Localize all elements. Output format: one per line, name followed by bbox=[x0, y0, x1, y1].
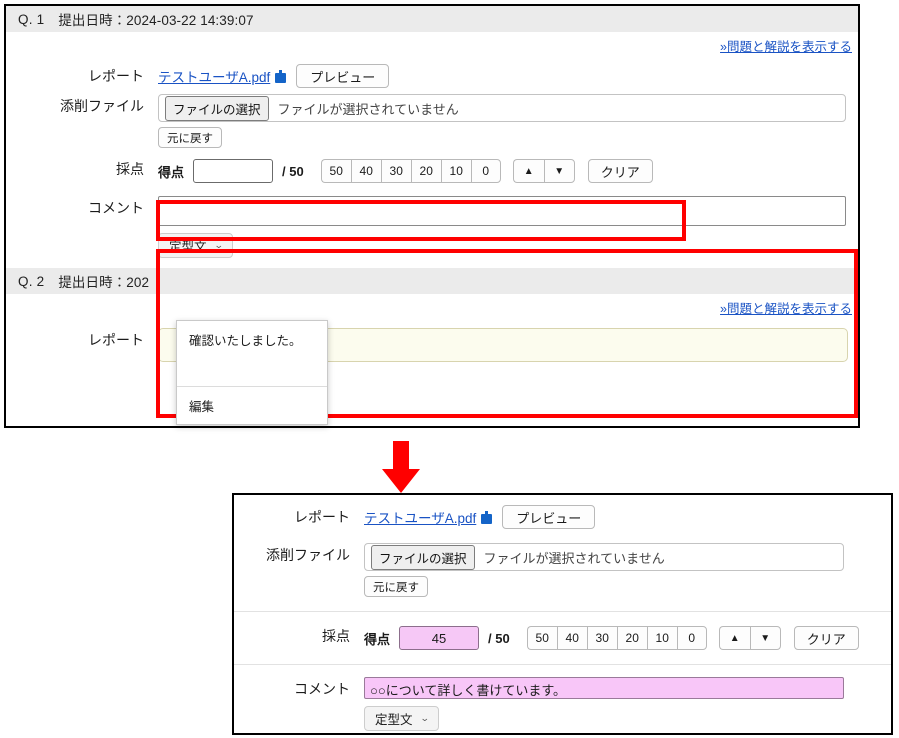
q1-stepper-group: ▲ ▼ bbox=[512, 159, 575, 183]
bp-file-choose-button[interactable]: ファイルの選択 bbox=[371, 544, 475, 570]
bp-preview-button[interactable]: プレビュー bbox=[502, 505, 596, 529]
bp-correction-file-label: 添削ファイル bbox=[266, 547, 350, 563]
bp-quick-score-40[interactable]: 40 bbox=[556, 626, 587, 650]
q2-report-row: レポート bbox=[6, 328, 858, 362]
q1-quick-score-30[interactable]: 30 bbox=[380, 159, 411, 183]
q1-score-input[interactable] bbox=[193, 159, 274, 183]
q1-show-problem-link[interactable]: »問題と解説を表示する bbox=[720, 36, 852, 55]
q1-grading-panel: Q. 1 提出日時：2024-03-22 14:39:07 »問題と解説を表示す… bbox=[4, 4, 860, 428]
q1-file-status-text: ファイルが選択されていません bbox=[277, 101, 459, 117]
q2-link-row: »問題と解説を表示する bbox=[6, 294, 858, 320]
q1-report-row: レポート テストユーザA.pdf プレビュー bbox=[6, 64, 858, 88]
q1-correction-file-row: 添削ファイル ファイルの選択 ファイルが選択されていません 元に戻す bbox=[6, 94, 858, 148]
bp-scoring-label: 採点 bbox=[322, 628, 350, 644]
q1-report-file-link[interactable]: テストユーザA.pdf bbox=[158, 66, 270, 86]
q1-file-choose-button[interactable]: ファイルの選択 bbox=[165, 95, 269, 121]
q1-quick-score-40[interactable]: 40 bbox=[350, 159, 381, 183]
bp-score-up-icon[interactable]: ▲ bbox=[718, 626, 750, 650]
q1-score-up-icon[interactable]: ▲ bbox=[512, 159, 544, 183]
q1-scoring-row: 採点 得点 / 50 50 40 30 20 10 0 ▲ ▼ クリア bbox=[6, 157, 858, 185]
dropdown-item-confirmed[interactable]: 確認いたしました。 bbox=[177, 321, 327, 358]
bp-report-label: レポート bbox=[294, 509, 350, 525]
chevron-down-icon: ⌄ bbox=[213, 240, 224, 250]
chevron-down-icon: ⌄ bbox=[419, 713, 430, 723]
q1-score-max: / 50 bbox=[282, 163, 304, 179]
bp-score-input[interactable] bbox=[399, 626, 480, 650]
bp-stepper-group: ▲ ▼ bbox=[718, 626, 781, 650]
bp-score-down-icon[interactable]: ▼ bbox=[749, 626, 781, 650]
q1-file-input[interactable]: ファイルの選択 ファイルが選択されていません bbox=[158, 94, 846, 122]
bp-quick-score-10[interactable]: 10 bbox=[646, 626, 677, 650]
bp-quick-score-0[interactable]: 0 bbox=[676, 626, 707, 650]
bp-quick-score-30[interactable]: 30 bbox=[586, 626, 617, 650]
q1-header: Q. 1 提出日時：2024-03-22 14:39:07 bbox=[6, 6, 858, 32]
bp-comment-label: コメント bbox=[294, 681, 350, 697]
q1-quick-score-50[interactable]: 50 bbox=[320, 159, 351, 183]
q1-link-row: »問題と解説を表示する bbox=[6, 32, 858, 58]
q2-submitted-datetime: 提出日時：202 bbox=[58, 275, 150, 290]
q2-header: Q. 2 提出日時：202 bbox=[6, 268, 858, 294]
q1-preview-button[interactable]: プレビュー bbox=[296, 64, 390, 88]
bp-template-button[interactable]: 定型文 ⌄ bbox=[364, 706, 440, 731]
q1-report-label: レポート bbox=[88, 68, 144, 84]
q1-clear-button[interactable]: クリア bbox=[587, 159, 653, 183]
red-down-arrow-icon bbox=[382, 441, 420, 493]
q1-quick-score-0[interactable]: 0 bbox=[470, 159, 501, 183]
bp-score-max: / 50 bbox=[488, 630, 510, 646]
bp-comment-textarea[interactable]: ○○について詳しく書けています。 bbox=[364, 677, 844, 699]
dropdown-spacer bbox=[177, 358, 327, 386]
bp-undo-button[interactable]: 元に戻す bbox=[364, 576, 428, 597]
bp-correction-file-row: 添削ファイル ファイルの選択 ファイルが選択されていません 元に戻す bbox=[234, 543, 891, 597]
bp-template-label: 定型文 bbox=[375, 713, 413, 727]
q1-question-number: Q. 1 bbox=[18, 11, 45, 27]
result-preview-panel: レポート テストユーザA.pdf プレビュー 添削ファイル ファイルの選択 ファ… bbox=[232, 493, 893, 735]
q1-quick-score-group: 50 40 30 20 10 0 bbox=[320, 159, 501, 183]
q1-quick-score-10[interactable]: 10 bbox=[440, 159, 471, 183]
pdf-download-icon[interactable] bbox=[481, 510, 493, 524]
q2-report-label: レポート bbox=[88, 332, 144, 348]
bp-score-label: 得点 bbox=[364, 631, 391, 647]
q1-comment-textarea[interactable] bbox=[158, 196, 846, 226]
bp-report-file-link[interactable]: テストユーザA.pdf bbox=[364, 507, 476, 527]
bp-report-row: レポート テストユーザA.pdf プレビュー bbox=[234, 505, 891, 529]
dropdown-item-edit[interactable]: 編集 bbox=[177, 386, 327, 424]
bp-comment-row: コメント ○○について詳しく書けています。 定型文 ⌄ bbox=[234, 664, 891, 731]
bp-clear-button[interactable]: クリア bbox=[793, 626, 859, 650]
bp-quick-score-50[interactable]: 50 bbox=[526, 626, 557, 650]
q2-question-number: Q. 2 bbox=[18, 273, 45, 289]
q1-undo-button[interactable]: 元に戻す bbox=[158, 127, 222, 148]
template-dropdown-menu[interactable]: 確認いたしました。 編集 bbox=[176, 320, 328, 425]
q1-comment-row: コメント 定型文 ⌄ bbox=[6, 196, 858, 258]
q1-template-label: 定型文 bbox=[169, 240, 207, 254]
q1-submitted-datetime: 提出日時：2024-03-22 14:39:07 bbox=[58, 13, 254, 28]
q2-show-problem-link[interactable]: »問題と解説を表示する bbox=[720, 298, 852, 317]
q1-score-label: 得点 bbox=[158, 164, 185, 180]
q1-scoring-label: 採点 bbox=[116, 161, 144, 177]
q1-template-button[interactable]: 定型文 ⌄ bbox=[158, 233, 234, 258]
q1-quick-score-20[interactable]: 20 bbox=[410, 159, 441, 183]
bp-file-input[interactable]: ファイルの選択 ファイルが選択されていません bbox=[364, 543, 844, 571]
bp-quick-score-20[interactable]: 20 bbox=[616, 626, 647, 650]
pdf-download-icon[interactable] bbox=[275, 69, 287, 83]
q1-comment-label: コメント bbox=[88, 200, 144, 216]
bp-file-status-text: ファイルが選択されていません bbox=[483, 550, 665, 566]
bp-quick-score-group: 50 40 30 20 10 0 bbox=[526, 626, 707, 650]
q1-correction-file-label: 添削ファイル bbox=[60, 98, 144, 114]
bp-scoring-row: 採点 得点 / 50 50 40 30 20 10 0 ▲ ▼ クリア bbox=[234, 611, 891, 652]
q1-score-down-icon[interactable]: ▼ bbox=[543, 159, 575, 183]
